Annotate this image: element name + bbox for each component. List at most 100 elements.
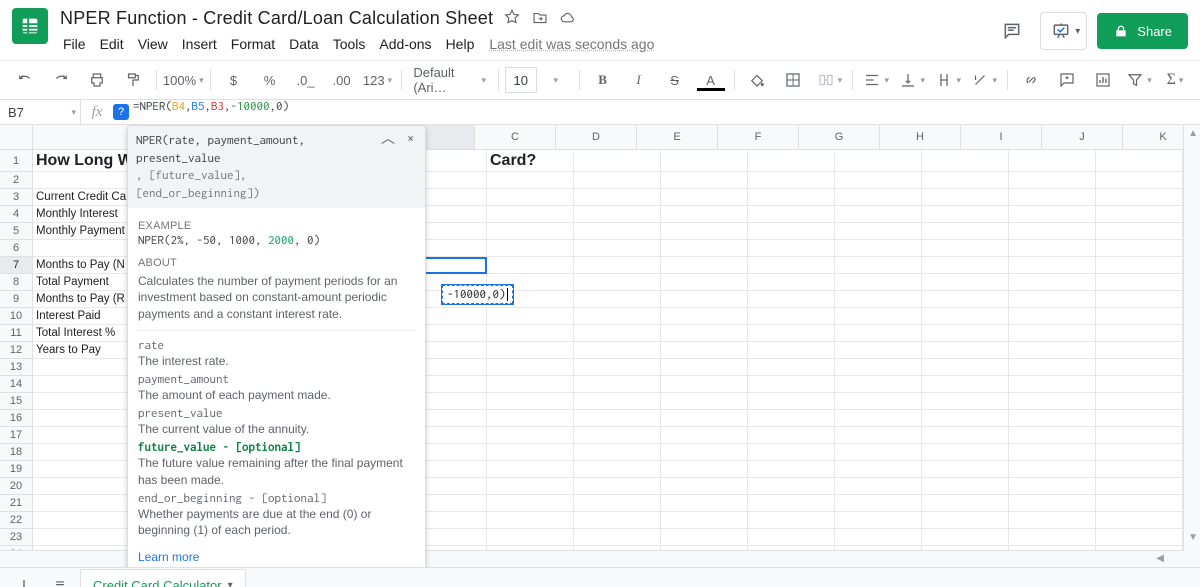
cell-J6[interactable] (1096, 240, 1183, 257)
cell-J3[interactable] (1096, 189, 1183, 206)
undo-icon[interactable] (8, 67, 42, 93)
strike-icon[interactable]: S (658, 67, 692, 93)
cell-F5[interactable] (748, 223, 835, 240)
cell-F3[interactable] (748, 189, 835, 206)
cell-H1[interactable] (922, 150, 1009, 172)
cell-E16[interactable] (661, 410, 748, 427)
cell-I22[interactable] (1009, 512, 1096, 529)
merge-icon[interactable] (812, 67, 846, 93)
cell-J13[interactable] (1096, 359, 1183, 376)
row-header-6[interactable]: 6 (0, 240, 33, 257)
cell-E21[interactable] (661, 495, 748, 512)
cell-D20[interactable] (574, 478, 661, 495)
cell-G5[interactable] (835, 223, 922, 240)
cell-H14[interactable] (922, 376, 1009, 393)
collapse-icon[interactable]: ︿ (378, 132, 398, 146)
cell-I17[interactable] (1009, 427, 1096, 444)
row-header-13[interactable]: 13 (0, 359, 33, 376)
cell-G19[interactable] (835, 461, 922, 478)
cell-F2[interactable] (748, 172, 835, 189)
row-header-8[interactable]: 8 (0, 274, 33, 291)
row-header-7[interactable]: 7 (0, 257, 33, 274)
col-header-I[interactable]: I (961, 125, 1042, 149)
cell-C3[interactable] (487, 189, 574, 206)
cell-F12[interactable] (748, 342, 835, 359)
cell-J20[interactable] (1096, 478, 1183, 495)
cell-D21[interactable] (574, 495, 661, 512)
cell-C10[interactable] (487, 308, 574, 325)
cell-G11[interactable] (835, 325, 922, 342)
cell-F6[interactable] (748, 240, 835, 257)
cell-F21[interactable] (748, 495, 835, 512)
cell-H2[interactable] (922, 172, 1009, 189)
cell-D16[interactable] (574, 410, 661, 427)
cell-I5[interactable] (1009, 223, 1096, 240)
cell-H17[interactable] (922, 427, 1009, 444)
row-header-2[interactable]: 2 (0, 172, 33, 189)
cell-H8[interactable] (922, 274, 1009, 291)
cell-D5[interactable] (574, 223, 661, 240)
cell-I20[interactable] (1009, 478, 1096, 495)
cell-H10[interactable] (922, 308, 1009, 325)
cell-D18[interactable] (574, 444, 661, 461)
cell-J12[interactable] (1096, 342, 1183, 359)
cell-J4[interactable] (1096, 206, 1183, 223)
col-header-G[interactable]: G (799, 125, 880, 149)
cell-D15[interactable] (574, 393, 661, 410)
cell-G17[interactable] (835, 427, 922, 444)
cell-H18[interactable] (922, 444, 1009, 461)
cell-C23[interactable] (487, 529, 574, 546)
cell-C22[interactable] (487, 512, 574, 529)
sheet-tab-menu-icon[interactable]: ▾ (228, 580, 233, 587)
paint-format-icon[interactable] (116, 67, 150, 93)
h-align-icon[interactable] (859, 67, 893, 93)
last-edit-link[interactable]: Last edit was seconds ago (489, 36, 654, 52)
chart-icon[interactable] (1086, 67, 1120, 93)
cell-G14[interactable] (835, 376, 922, 393)
text-color-icon[interactable]: A (694, 67, 728, 93)
row-header-14[interactable]: 14 (0, 376, 33, 393)
cell-E14[interactable] (661, 376, 748, 393)
cell-E10[interactable] (661, 308, 748, 325)
rotate-icon[interactable] (967, 67, 1001, 93)
cell-E4[interactable] (661, 206, 748, 223)
cell-F7[interactable] (748, 257, 835, 274)
italic-icon[interactable]: I (622, 67, 656, 93)
menu-format[interactable]: Format (224, 33, 282, 55)
cell-C1[interactable]: Card? (487, 150, 574, 172)
bold-icon[interactable]: B (586, 67, 620, 93)
cell-F15[interactable] (748, 393, 835, 410)
format-percent-icon[interactable]: % (253, 67, 287, 93)
present-button[interactable]: ▾ (1040, 12, 1087, 50)
cell-D8[interactable] (574, 274, 661, 291)
cell-I12[interactable] (1009, 342, 1096, 359)
cell-D3[interactable] (574, 189, 661, 206)
row-header-16[interactable]: 16 (0, 410, 33, 427)
menu-help[interactable]: Help (439, 33, 482, 55)
row-header-19[interactable]: 19 (0, 461, 33, 478)
formula-bar[interactable]: =NPER(B4,B5,B3,-10000,0) (133, 100, 1200, 124)
cell-E7[interactable] (661, 257, 748, 274)
cell-G8[interactable] (835, 274, 922, 291)
col-header-E[interactable]: E (637, 125, 718, 149)
cell-D22[interactable] (574, 512, 661, 529)
cell-C12[interactable] (487, 342, 574, 359)
cell-G18[interactable] (835, 444, 922, 461)
cell-C11[interactable] (487, 325, 574, 342)
select-all-corner[interactable] (0, 125, 33, 149)
cell-G13[interactable] (835, 359, 922, 376)
increase-decimal-icon[interactable]: .00 (325, 67, 359, 93)
cell-F13[interactable] (748, 359, 835, 376)
cell-G4[interactable] (835, 206, 922, 223)
cell-F10[interactable] (748, 308, 835, 325)
cell-D11[interactable] (574, 325, 661, 342)
row-header-21[interactable]: 21 (0, 495, 33, 512)
cell-I7[interactable] (1009, 257, 1096, 274)
row-header-17[interactable]: 17 (0, 427, 33, 444)
zoom-select[interactable]: 100% (163, 67, 204, 93)
cell-H15[interactable] (922, 393, 1009, 410)
cell-J16[interactable] (1096, 410, 1183, 427)
cell-C13[interactable] (487, 359, 574, 376)
link-icon[interactable] (1014, 67, 1048, 93)
share-button[interactable]: Share (1097, 13, 1188, 49)
